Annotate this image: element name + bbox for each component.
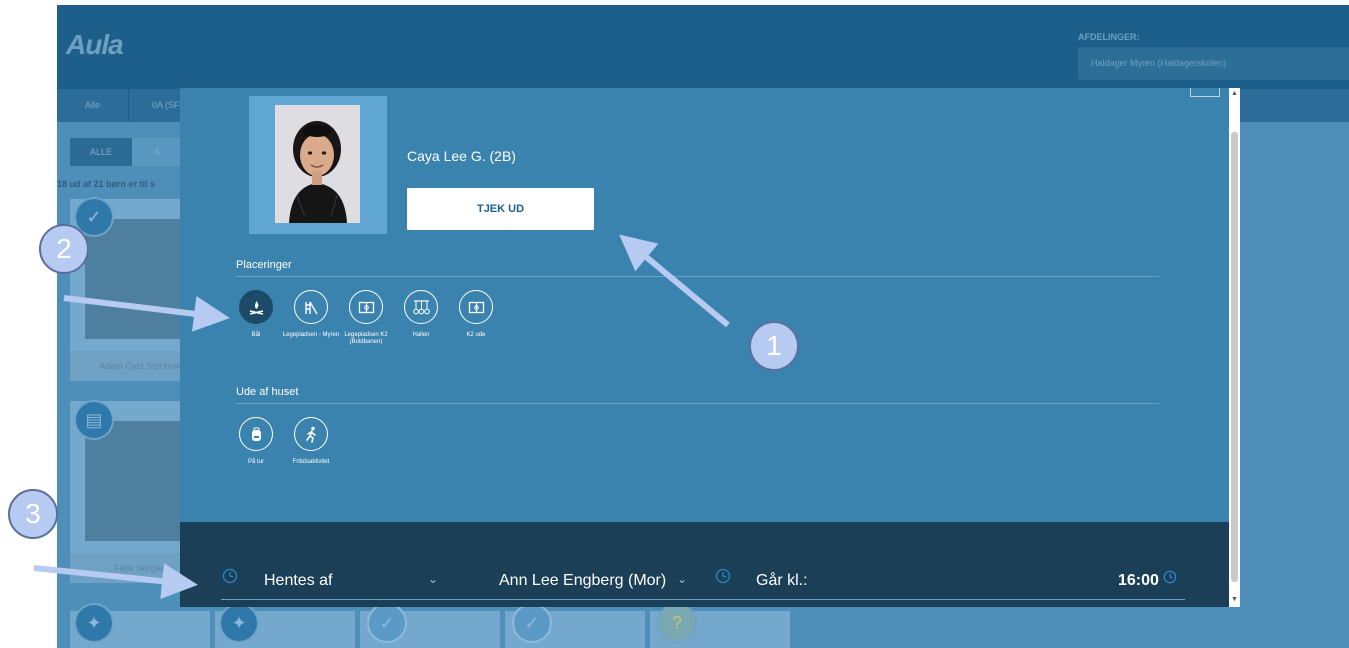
callout-arrow-1: [619, 234, 730, 328]
callout-arrow-3: [33, 563, 198, 600]
callout-1: 1: [749, 321, 799, 371]
callout-arrow-2: [63, 295, 230, 332]
callout-2: 2: [39, 224, 89, 274]
callout-3: 3: [8, 489, 58, 539]
annotation-arrows: [33, 234, 730, 600]
